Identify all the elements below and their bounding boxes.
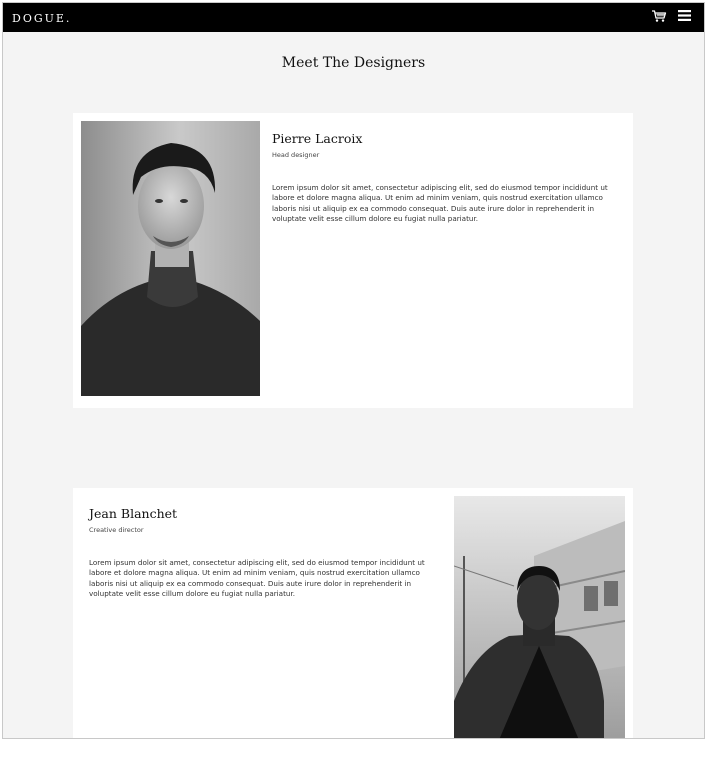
designer-card: Pierre Lacroix Head designer Lorem ipsum…: [73, 113, 633, 408]
cart-icon[interactable]: [651, 8, 667, 24]
designer-card: Jean Blanchet Creative director Lorem ip…: [73, 488, 633, 738]
designer-bio: Lorem ipsum dolor sit amet, consectetur …: [272, 183, 608, 223]
designer-name: Pierre Lacroix: [272, 131, 363, 146]
designer-role: Creative director: [89, 526, 144, 534]
page-title: Meet The Designers: [281, 55, 426, 71]
designer-bio: Lorem ipsum dolor sit amet, consectetur …: [89, 558, 425, 598]
browser-viewport: DOGUE. Meet The Designers Pierre Lacroix…: [2, 2, 705, 739]
designer-portrait-photo: [454, 496, 625, 738]
hamburger-menu-icon[interactable]: [678, 9, 691, 22]
designer-role: Head designer: [272, 151, 320, 159]
top-navbar: DOGUE.: [3, 3, 704, 32]
designer-name: Jean Blanchet: [89, 506, 178, 521]
brand-logo[interactable]: DOGUE.: [12, 12, 71, 26]
designer-portrait-photo: [81, 121, 260, 396]
